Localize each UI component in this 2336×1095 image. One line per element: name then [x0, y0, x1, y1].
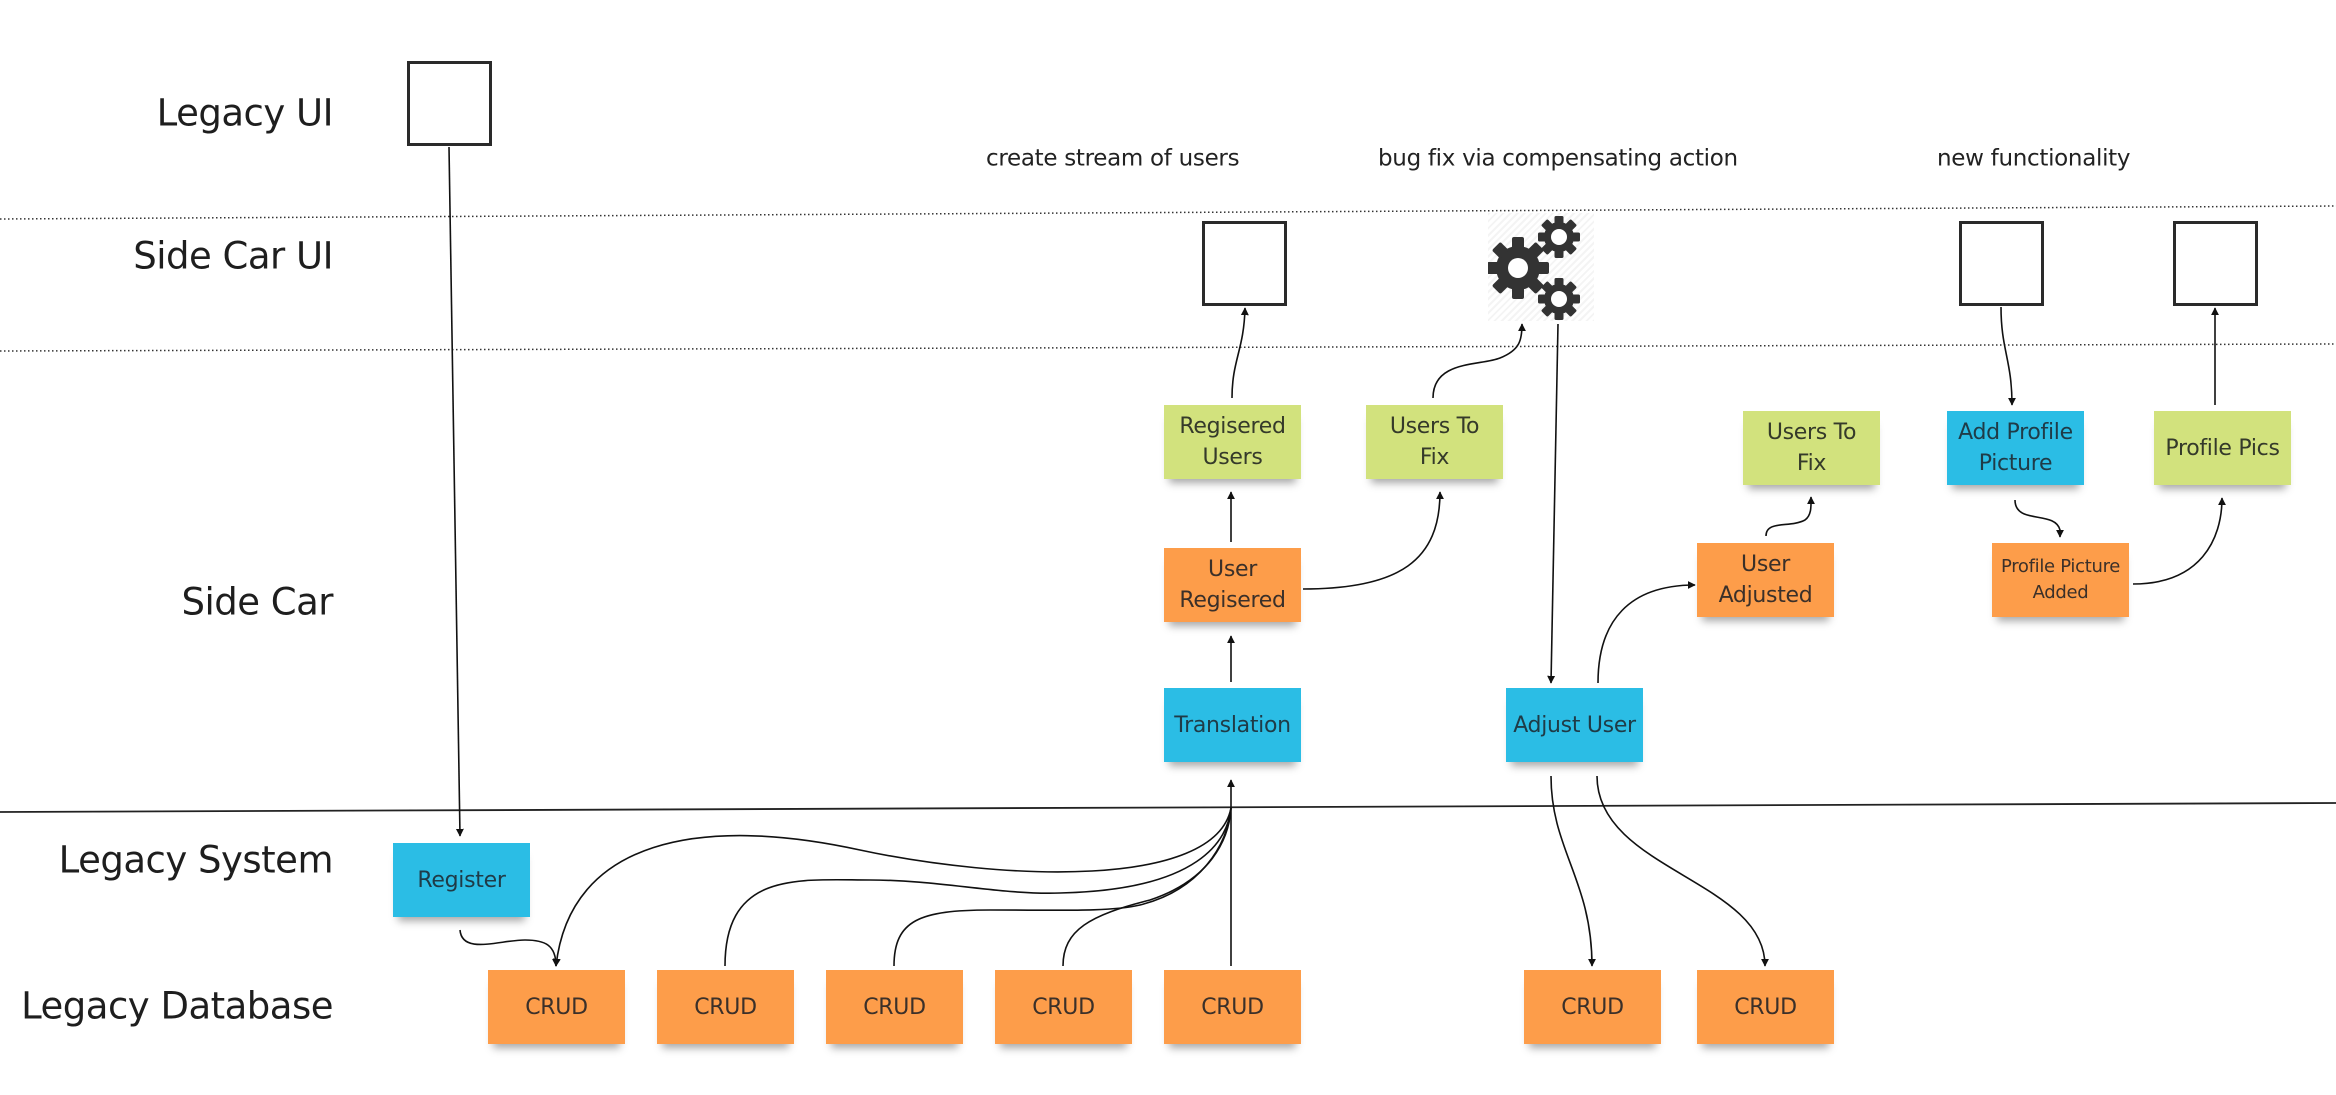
- connector-add-profile-picture-to-profile-picture-added: [2014, 499, 2064, 538]
- connector-translation-to-crud-1: [552, 807, 1232, 967]
- connector-adjust-user-to-user-adjusted: [1597, 581, 1696, 684]
- connector-users-to-fix-to-gears: [1432, 323, 1526, 399]
- sticky-user-registered[interactable]: User Regisered: [1164, 548, 1301, 622]
- connector-adjust-user-to-crud-7: [1596, 775, 1769, 967]
- sticky-profile-pics[interactable]: Profile Pics: [2154, 411, 2291, 485]
- sticky-crud-5[interactable]: CRUD: [1164, 970, 1301, 1044]
- gear-small-bottom-icon: [1538, 278, 1580, 320]
- side-car-ui-screen-add-profile[interactable]: [1959, 221, 2044, 306]
- sticky-crud-3[interactable]: CRUD: [826, 970, 963, 1044]
- sticky-users-to-fix-2[interactable]: Users To Fix: [1743, 411, 1880, 485]
- annotation-new-functionality: new functionality: [1937, 145, 2131, 172]
- connector-crud-3-to-translation: [893, 807, 1232, 967]
- connector-registered-users-to-ui-box: [1231, 307, 1249, 399]
- annotation-create-stream: create stream of users: [986, 145, 1240, 172]
- lane-label-legacy-database: Legacy Database: [21, 984, 333, 1028]
- sticky-profile-picture-added[interactable]: Profile Picture Added: [1992, 543, 2129, 617]
- sticky-crud-1[interactable]: CRUD: [488, 970, 625, 1044]
- connector-crud-2-to-translation: [724, 807, 1232, 967]
- sticky-users-to-fix[interactable]: Users To Fix: [1366, 405, 1503, 479]
- diagram-canvas: Legacy UI Side Car UI Side Car Legacy Sy…: [0, 0, 2336, 1095]
- legacy-ui-screen[interactable]: [407, 61, 492, 146]
- lane-label-side-car-ui: Side Car UI: [133, 234, 333, 278]
- gear-small-top-icon: [1538, 216, 1580, 258]
- sticky-crud-7[interactable]: CRUD: [1697, 970, 1834, 1044]
- connector-user-adjusted-to-users-to-fix-2: [1765, 496, 1816, 537]
- lane-divider-dotted-2: [0, 343, 2336, 352]
- connector-legacy-ui-to-register: [448, 146, 464, 837]
- sticky-add-profile-picture[interactable]: Add Profile Picture: [1947, 411, 2084, 485]
- side-car-ui-screen-profile-pics[interactable]: [2173, 221, 2258, 306]
- sticky-registered-users[interactable]: Regisered Users: [1164, 405, 1301, 479]
- connector-profile-picture-added-to-profile-pics: [2132, 497, 2226, 585]
- sticky-translation[interactable]: Translation: [1164, 688, 1301, 762]
- gears-icon-graphic: [1487, 216, 1580, 320]
- lane-label-legacy-system: Legacy System: [58, 838, 334, 882]
- annotation-bug-fix: bug fix via compensating action: [1378, 145, 1738, 172]
- sticky-adjust-user[interactable]: Adjust User: [1506, 688, 1643, 762]
- lane-label-side-car: Side Car: [181, 580, 334, 624]
- sticky-crud-2[interactable]: CRUD: [657, 970, 794, 1044]
- sticky-crud-4[interactable]: CRUD: [995, 970, 1132, 1044]
- connector-user-registered-to-users-to-fix: [1302, 491, 1444, 590]
- sticky-register[interactable]: Register: [393, 843, 530, 917]
- gears-icon[interactable]: [1487, 213, 1594, 321]
- lane-divider-solid: [0, 802, 2336, 813]
- sticky-crud-6[interactable]: CRUD: [1524, 970, 1661, 1044]
- connector-crud-4-to-translation: [1062, 807, 1232, 967]
- connector-ui-box-to-add-profile-picture: [2000, 306, 2016, 406]
- connector-register-to-crud-1: [459, 929, 560, 967]
- lane-divider-dotted-1: [0, 205, 2336, 220]
- lane-label-legacy-ui: Legacy UI: [156, 91, 334, 135]
- connector-gears-to-adjust-user: [1547, 323, 1559, 684]
- connector-adjust-user-to-crud-6: [1550, 775, 1596, 967]
- sticky-user-adjusted[interactable]: User Adjusted: [1697, 543, 1834, 617]
- side-car-ui-screen-registered-users[interactable]: [1202, 221, 1287, 306]
